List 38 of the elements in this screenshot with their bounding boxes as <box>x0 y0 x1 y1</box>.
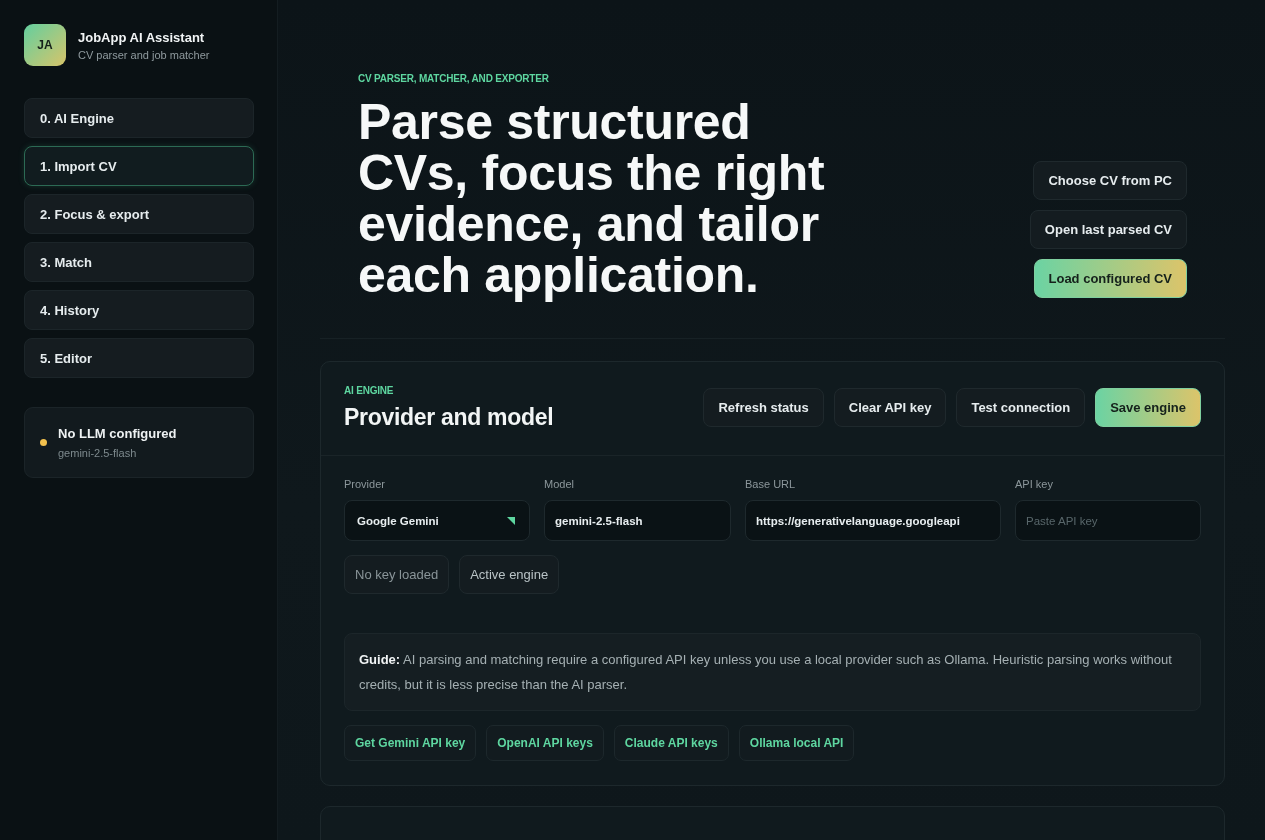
hero-eyebrow: CV PARSER, MATCHER, AND EXPORTER <box>358 72 550 86</box>
action-button[interactable]: Choose CV from PC <box>1033 161 1187 200</box>
status-title: No LLM configured <box>58 426 177 441</box>
caret-icon <box>507 516 515 525</box>
api-link[interactable]: Get Gemini API key <box>344 725 477 761</box>
field-label: API key <box>1015 477 1054 491</box>
select-field[interactable]: Google Gemini <box>344 500 530 541</box>
engine-button[interactable]: Clear API key <box>833 388 947 427</box>
nav-item[interactable]: 1. Import CV <box>24 146 254 186</box>
input-field[interactable]: https://generativelanguage.googleapi <box>745 500 1001 541</box>
logo-tile: JA <box>24 24 66 66</box>
nav-item[interactable]: 4. History <box>24 290 254 330</box>
app-title: JobApp AI Assistant <box>78 29 206 45</box>
hero-heading: Parse structured CVs, focus the right evidence, and tailor each application. <box>358 97 826 301</box>
api-link[interactable]: Ollama local API <box>738 725 855 761</box>
card-eyebrow: AI ENGINE <box>344 384 395 398</box>
nav-item[interactable]: 0. AI Engine <box>24 98 254 138</box>
nav-item[interactable]: 2. Focus & export <box>24 194 254 234</box>
api-link[interactable]: OpenAI API keys <box>486 725 604 761</box>
nav-item[interactable]: 3. Match <box>24 242 254 282</box>
input-field[interactable]: gemini-2.5-flash <box>544 500 731 541</box>
engine-button[interactable]: Save engine <box>1095 388 1201 427</box>
action-button[interactable]: Open last parsed CV <box>1029 210 1187 249</box>
app-subtitle: CV parser and job matcher <box>78 48 210 61</box>
guide-text: Guide: AI parsing and matching require a configured API key unless you use a local provider such as Ollama. Heuristic parsing works without credits, but it is less precise than the AI parser. <box>344 633 1201 711</box>
action-button[interactable]: Load configured CV <box>1033 259 1187 298</box>
input-field[interactable]: Paste API key <box>1015 500 1201 541</box>
card-title: Provider and model <box>344 403 554 431</box>
status-badge: Active engine <box>459 555 560 594</box>
status-badge: No key loaded <box>344 555 450 594</box>
api-link[interactable]: Claude API keys <box>613 725 729 761</box>
field-label: Base URL <box>745 477 797 491</box>
engine-button[interactable]: Refresh status <box>703 388 824 427</box>
engine-button[interactable]: Test connection <box>956 388 1086 427</box>
field-label: Provider <box>344 477 386 491</box>
status-detail: gemini-2.5-flash <box>58 447 138 459</box>
nav-item[interactable]: 5. Editor <box>24 338 254 378</box>
field-label: Model <box>544 477 575 491</box>
